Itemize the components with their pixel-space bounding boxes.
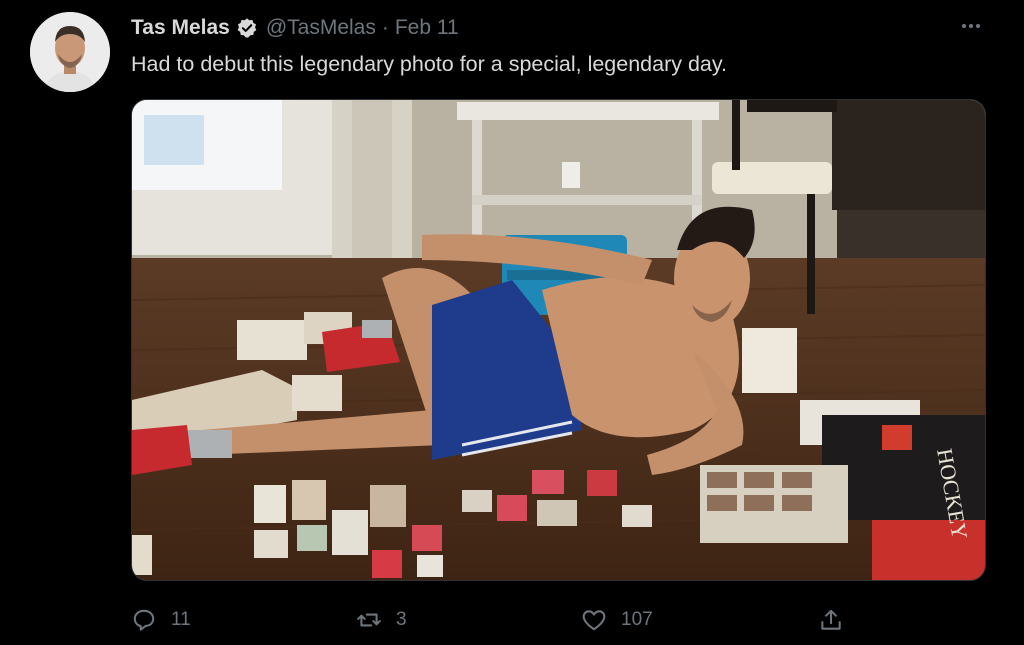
tweet-header: Tas Melas @TasMelas · Feb 11 [131, 14, 459, 42]
tweet-actions: 11 3 107 [0, 603, 1024, 637]
like-count: 107 [621, 609, 653, 630]
verified-badge-icon [237, 18, 257, 38]
more-dots-icon[interactable] [956, 14, 986, 38]
reply-icon [133, 609, 155, 631]
separator-dot: · [381, 16, 389, 39]
reply-count: 11 [171, 609, 191, 630]
author-handle[interactable]: @TasMelas [266, 16, 376, 40]
author-name[interactable]: Tas Melas [131, 16, 230, 40]
retweet-button[interactable]: 3 [356, 603, 407, 637]
share-icon [821, 609, 841, 630]
reply-button[interactable]: 11 [131, 603, 191, 637]
retweet-icon [357, 613, 381, 627]
tweet-photo[interactable]: HOCKEY [131, 99, 986, 581]
retweet-count: 3 [396, 609, 407, 630]
like-icon [582, 610, 606, 631]
avatar[interactable] [30, 12, 110, 92]
tweet-date[interactable]: Feb 11 [395, 16, 459, 40]
share-button[interactable] [818, 603, 858, 637]
tweet-text: Had to debut this legendary photo for a … [131, 52, 728, 76]
like-button[interactable]: 107 [581, 603, 653, 637]
photo-image: HOCKEY [132, 100, 985, 580]
avatar-image [30, 12, 110, 92]
